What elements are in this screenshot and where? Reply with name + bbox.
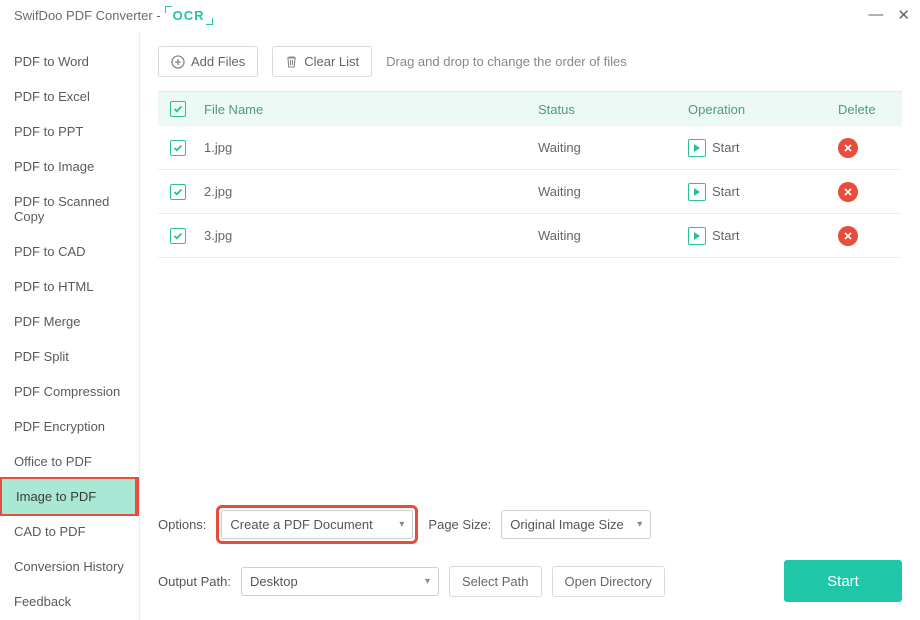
close-button[interactable]: ✕ xyxy=(897,6,910,24)
close-icon xyxy=(843,143,853,153)
row-checkbox[interactable] xyxy=(170,184,186,200)
options-highlight: Create a PDF Document ▾ xyxy=(216,505,418,544)
table-header: File Name Status Operation Delete xyxy=(158,92,902,126)
sidebar-item[interactable]: PDF to CAD xyxy=(0,234,139,269)
row-start-label: Start xyxy=(712,140,739,155)
cell-filename: 2.jpg xyxy=(198,184,532,199)
sidebar-item[interactable]: Office to PDF xyxy=(0,444,139,479)
table-row: 2.jpgWaiting Start xyxy=(158,170,902,214)
sidebar-item[interactable]: Feedback xyxy=(0,584,139,619)
row-start-button[interactable]: Start xyxy=(688,139,826,157)
row-checkbox[interactable] xyxy=(170,140,186,156)
trash-icon xyxy=(285,55,298,69)
table-row: 1.jpgWaiting Start xyxy=(158,126,902,170)
row-delete-button[interactable] xyxy=(838,182,858,202)
window-controls: — ✕ xyxy=(868,6,910,24)
titlebar: SwifDoo PDF Converter - OCR — ✕ xyxy=(0,0,920,32)
row-start-button[interactable]: Start xyxy=(688,183,826,201)
sidebar-item[interactable]: PDF Encryption xyxy=(0,409,139,444)
col-delete: Delete xyxy=(832,102,902,117)
cell-status: Waiting xyxy=(532,140,682,155)
add-files-button[interactable]: Add Files xyxy=(158,46,258,77)
sidebar-item[interactable]: PDF Split xyxy=(0,339,139,374)
row-checkbox[interactable] xyxy=(170,228,186,244)
sidebar-item[interactable]: PDF to HTML xyxy=(0,269,139,304)
play-icon xyxy=(688,139,706,157)
open-directory-button[interactable]: Open Directory xyxy=(552,566,665,597)
main-panel: Add Files Clear List Drag and drop to ch… xyxy=(140,32,920,620)
add-files-label: Add Files xyxy=(191,54,245,69)
caret-down-icon: ▾ xyxy=(425,576,430,587)
close-icon xyxy=(843,231,853,241)
toolbar: Add Files Clear List Drag and drop to ch… xyxy=(158,46,902,77)
minimize-button[interactable]: — xyxy=(868,6,883,24)
sidebar-item[interactable]: PDF to PPT xyxy=(0,114,139,149)
cell-status: Waiting xyxy=(532,228,682,243)
app-title: SwifDoo PDF Converter - xyxy=(14,8,161,23)
sidebar-item[interactable]: PDF to Scanned Copy xyxy=(0,184,139,234)
sidebar-item[interactable]: CAD to PDF xyxy=(0,514,139,549)
caret-down-icon: ▾ xyxy=(637,519,642,530)
start-button[interactable]: Start xyxy=(784,560,902,602)
sidebar-item[interactable]: PDF to Excel xyxy=(0,79,139,114)
sidebar-item[interactable]: PDF Compression xyxy=(0,374,139,409)
options-value: Create a PDF Document xyxy=(230,517,372,532)
output-path-select[interactable]: Desktop ▾ xyxy=(241,567,439,596)
cell-filename: 1.jpg xyxy=(198,140,532,155)
sidebar: PDF to WordPDF to ExcelPDF to PPTPDF to … xyxy=(0,32,140,620)
pagesize-value: Original Image Size xyxy=(510,517,623,532)
select-all-checkbox[interactable] xyxy=(170,101,186,117)
output-value: Desktop xyxy=(250,574,298,589)
sidebar-item[interactable]: PDF to Image xyxy=(0,149,139,184)
clear-list-button[interactable]: Clear List xyxy=(272,46,372,77)
plus-circle-icon xyxy=(171,55,185,69)
row-start-label: Start xyxy=(712,184,739,199)
sidebar-item[interactable]: Image to PDF xyxy=(0,477,139,516)
pagesize-select[interactable]: Original Image Size ▾ xyxy=(501,510,651,539)
table-row: 3.jpgWaiting Start xyxy=(158,214,902,258)
play-icon xyxy=(688,227,706,245)
row-delete-button[interactable] xyxy=(838,138,858,158)
options-label: Options: xyxy=(158,517,206,532)
sidebar-item[interactable]: Conversion History xyxy=(0,549,139,584)
output-label: Output Path: xyxy=(158,574,231,589)
col-filename: File Name xyxy=(198,102,532,117)
row-delete-button[interactable] xyxy=(838,226,858,246)
drag-hint: Drag and drop to change the order of fil… xyxy=(386,54,627,69)
file-table: File Name Status Operation Delete 1.jpgW… xyxy=(158,91,902,491)
col-status: Status xyxy=(532,102,682,117)
options-select[interactable]: Create a PDF Document ▾ xyxy=(221,510,413,539)
play-icon xyxy=(688,183,706,201)
cell-filename: 3.jpg xyxy=(198,228,532,243)
pagesize-label: Page Size: xyxy=(428,517,491,532)
row-start-button[interactable]: Start xyxy=(688,227,826,245)
close-icon xyxy=(843,187,853,197)
select-path-button[interactable]: Select Path xyxy=(449,566,542,597)
caret-down-icon: ▾ xyxy=(399,519,404,530)
sidebar-item[interactable]: PDF to Word xyxy=(0,44,139,79)
cell-status: Waiting xyxy=(532,184,682,199)
footer: Options: Create a PDF Document ▾ Page Si… xyxy=(158,491,902,602)
row-start-label: Start xyxy=(712,228,739,243)
col-operation: Operation xyxy=(682,102,832,117)
ocr-badge[interactable]: OCR xyxy=(167,8,211,23)
clear-list-label: Clear List xyxy=(304,54,359,69)
sidebar-item[interactable]: PDF Merge xyxy=(0,304,139,339)
